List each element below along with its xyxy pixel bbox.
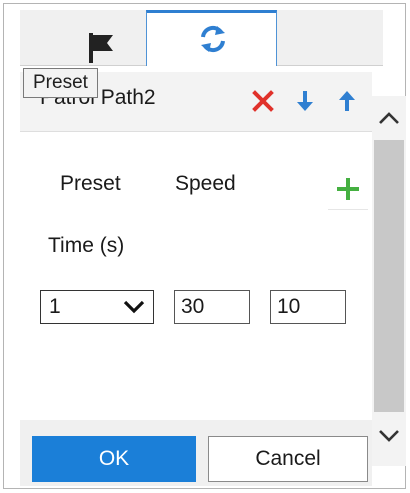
- column-header-time: Time (s): [48, 234, 125, 257]
- preset-tooltip: Preset: [23, 68, 98, 98]
- dialog-footer: OK Cancel: [20, 420, 372, 486]
- preset-select[interactable]: 1: [40, 290, 154, 324]
- chevron-down-icon: [123, 300, 145, 314]
- plus-icon: [337, 178, 359, 200]
- refresh-icon: [201, 25, 225, 53]
- time-input[interactable]: 10: [270, 290, 346, 324]
- add-preset-button[interactable]: [328, 170, 368, 210]
- tab-patrol[interactable]: [146, 10, 277, 66]
- scrollbar-thumb[interactable]: [374, 140, 404, 412]
- tab-strip-filler: [277, 10, 383, 66]
- scroll-up-button[interactable]: [372, 104, 406, 132]
- cancel-button[interactable]: Cancel: [208, 436, 368, 482]
- preset-table: Preset Speed Time (s) 1 30 10: [20, 132, 372, 420]
- arrow-down-icon: [297, 91, 313, 111]
- delete-path-button[interactable]: [250, 88, 276, 114]
- preset-select-value: 1: [49, 295, 61, 318]
- tab-preset[interactable]: [20, 10, 146, 66]
- ok-button[interactable]: OK: [32, 436, 196, 482]
- vertical-scrollbar[interactable]: [372, 96, 406, 466]
- scroll-down-button[interactable]: [372, 422, 406, 450]
- move-up-button[interactable]: [334, 88, 360, 114]
- close-icon: [252, 90, 274, 112]
- column-header-speed: Speed: [175, 172, 236, 195]
- move-down-button[interactable]: [292, 88, 318, 114]
- column-header-preset: Preset: [60, 172, 121, 195]
- chevron-down-icon: [379, 430, 399, 442]
- speed-input[interactable]: 30: [174, 290, 250, 324]
- arrow-up-icon: [339, 91, 355, 111]
- flag-icon: [89, 33, 113, 63]
- chevron-up-icon: [379, 112, 399, 124]
